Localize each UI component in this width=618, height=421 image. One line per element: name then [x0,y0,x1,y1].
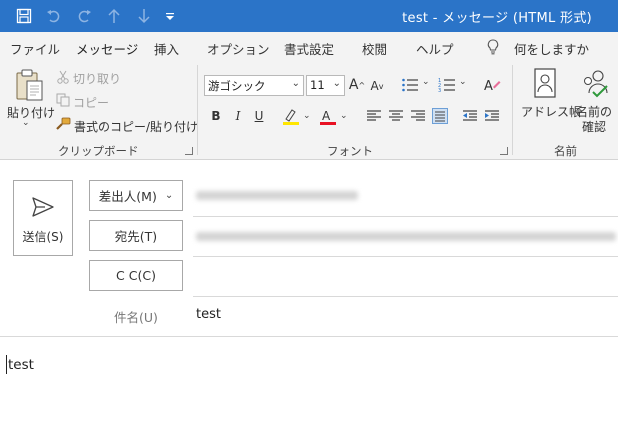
font-group-label: フォント [327,144,373,158]
font-name-value: 游ゴシック [208,79,266,93]
check-names-icon[interactable] [580,67,610,99]
undo-icon[interactable] [44,6,64,26]
copy-button[interactable]: コピー [73,94,109,111]
chevron-down-icon[interactable]: ⌄ [459,77,467,87]
send-button-label: 送信(S) [22,230,64,244]
tell-me-search[interactable]: 何をしますか [514,39,589,58]
names-group-label: 名前 [554,144,577,158]
chevron-down-icon: ⌄ [291,78,300,89]
tab-insert[interactable]: 挿入 [154,39,179,58]
address-book-button[interactable]: アドレス帳 [521,103,581,120]
cc-button[interactable]: C C(C) [89,260,183,291]
align-left-icon[interactable] [365,108,383,124]
highlight-icon[interactable] [281,107,301,127]
chevron-down-icon: ⌄ [164,190,174,201]
to-field-underline [193,256,618,257]
svg-text:A: A [484,79,493,93]
font-name-select[interactable]: 游ゴシック ⌄ [204,75,304,96]
numbering-icon[interactable]: 123 [437,76,457,94]
clear-formatting-icon[interactable]: A [482,76,502,94]
chevron-down-icon[interactable]: ⌄ [303,111,311,121]
window-title: test - メッセージ (HTML 形式) [402,11,592,26]
redo-icon[interactable] [74,6,94,26]
format-painter-icon[interactable] [55,117,71,131]
font-launcher-icon[interactable] [500,147,508,155]
from-button-label: 差出人(M) [98,189,157,204]
underline-icon[interactable]: U [251,108,267,124]
ribbon: 貼り付け ⌄ 切り取り コピー 書式のコピー/貼り付け クリップボード 游ゴシッ… [0,61,618,160]
cc-field-input[interactable] [193,296,618,297]
up-arrow-icon[interactable] [104,6,124,26]
grow-font-icon[interactable]: A ^ [348,76,366,94]
chevron-down-icon: ⌄ [332,78,341,89]
font-size-select[interactable]: 11 ⌄ [306,75,345,96]
font-size-value: 11 [310,78,325,92]
italic-icon[interactable]: I [230,108,246,124]
chevron-down-icon[interactable]: ⌄ [340,111,348,121]
text-cursor [6,355,7,374]
cc-button-label: C C(C) [116,268,156,283]
decrease-indent-icon[interactable] [461,108,479,124]
subject-input[interactable]: test [196,307,221,322]
clipboard-group-label: クリップボード [58,144,139,158]
scissors-icon[interactable] [56,70,70,84]
chevron-down-icon[interactable]: ⌄ [422,77,430,87]
tab-format[interactable]: 書式設定 [284,39,334,58]
down-arrow-icon[interactable] [134,6,154,26]
copy-icon[interactable] [56,93,70,107]
from-address-value [196,191,358,200]
customize-icon[interactable] [160,6,180,26]
paste-button-label[interactable]: 貼り付け [7,104,55,121]
tab-help[interactable]: ヘルプ [416,39,454,58]
bullets-icon[interactable] [400,76,420,94]
send-icon [31,195,55,219]
tab-file[interactable]: ファイル [10,39,60,58]
to-button[interactable]: 宛先(T) [89,220,183,251]
header-body-divider [0,336,618,337]
bold-icon[interactable]: B [208,108,224,124]
from-field-underline [193,216,618,217]
tab-options[interactable]: オプション [207,39,270,58]
lightbulb-icon [486,39,500,55]
align-right-icon[interactable] [409,108,427,124]
format-painter-button[interactable]: 書式のコピー/貼り付け [74,118,198,135]
tab-review[interactable]: 校閲 [362,39,387,58]
title-bar: test - メッセージ (HTML 形式) [0,0,618,32]
ribbon-separator [197,65,198,155]
ribbon-tabs: ファイル メッセージ 挿入 オプション 書式設定 校閲 ヘルプ 何をしますか [0,32,618,63]
cut-button[interactable]: 切り取り [73,70,121,87]
font-color-icon[interactable]: A [318,107,338,127]
tab-message[interactable]: メッセージ [76,39,139,63]
paste-dropdown-icon[interactable]: ⌄ [22,118,30,128]
align-center-icon[interactable] [387,108,405,124]
shrink-font-icon[interactable]: Av [369,77,385,95]
svg-text:3: 3 [438,88,441,93]
justify-icon[interactable] [431,107,449,125]
clipboard-launcher-icon[interactable] [185,147,193,155]
ribbon-separator [512,65,513,155]
check-names-label-line2[interactable]: 確認 [582,118,606,135]
from-button[interactable]: 差出人(M) ⌄ [89,180,183,211]
message-body[interactable]: test [8,357,34,373]
save-icon[interactable] [14,6,34,26]
send-button[interactable]: 送信(S) [13,180,73,256]
to-field-input[interactable] [196,232,616,241]
increase-indent-icon[interactable] [483,108,501,124]
to-button-label: 宛先(T) [114,229,158,244]
svg-text:A: A [322,109,331,123]
subject-label: 件名(U) [114,310,158,325]
address-book-icon[interactable] [532,67,558,99]
paste-icon[interactable] [12,67,46,103]
